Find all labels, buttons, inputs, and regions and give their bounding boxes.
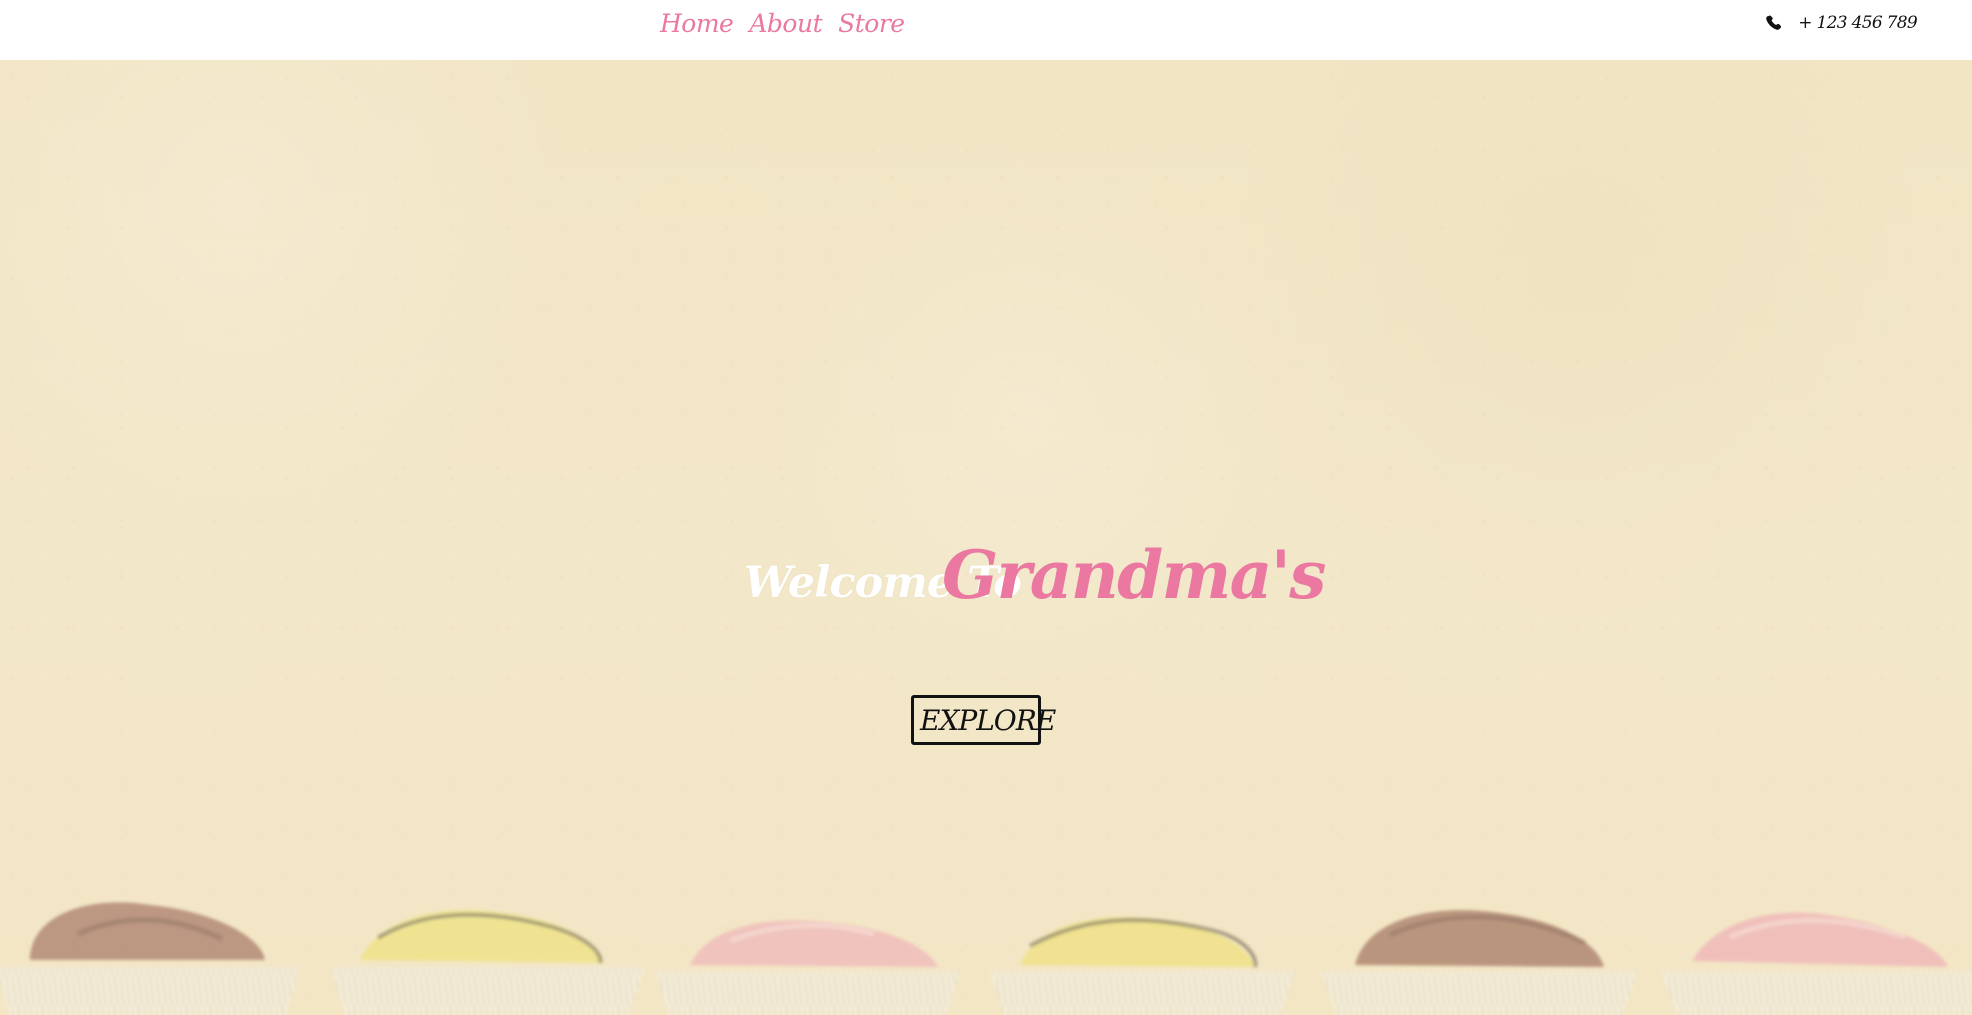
- phone-icon: [1766, 15, 1782, 30]
- chocolate-cupcake-2: [1320, 910, 1638, 1015]
- cupcake-row-image: [0, 902, 1972, 1015]
- phone-contact: + 123 456 789: [1764, 0, 1918, 46]
- explore-button[interactable]: EXPLORE: [911, 695, 1056, 745]
- hero-heading: Welcome To Grandma's: [744, 530, 1326, 610]
- nav-store-link[interactable]: Store: [838, 11, 905, 36]
- pink-cupcake-1: [655, 920, 960, 1015]
- chocolate-cupcake-1: [0, 902, 300, 1015]
- hero-section: Welcome To Grandma's EXPLORE: [0, 60, 1972, 1015]
- yellow-cupcake-2: [990, 917, 1295, 1015]
- main-navigation: Home About Store: [660, 0, 905, 46]
- nav-about-link[interactable]: About: [749, 11, 822, 36]
- brand-name: Grandma's: [942, 536, 1326, 614]
- pink-cupcake-2: [1660, 912, 1972, 1015]
- phone-number[interactable]: + 123 456 789: [1798, 14, 1917, 32]
- top-navigation-bar: Home About Store + 123 456 789: [0, 0, 1972, 60]
- yellow-cupcake-1: [330, 910, 645, 1015]
- nav-home-link[interactable]: Home: [660, 11, 734, 36]
